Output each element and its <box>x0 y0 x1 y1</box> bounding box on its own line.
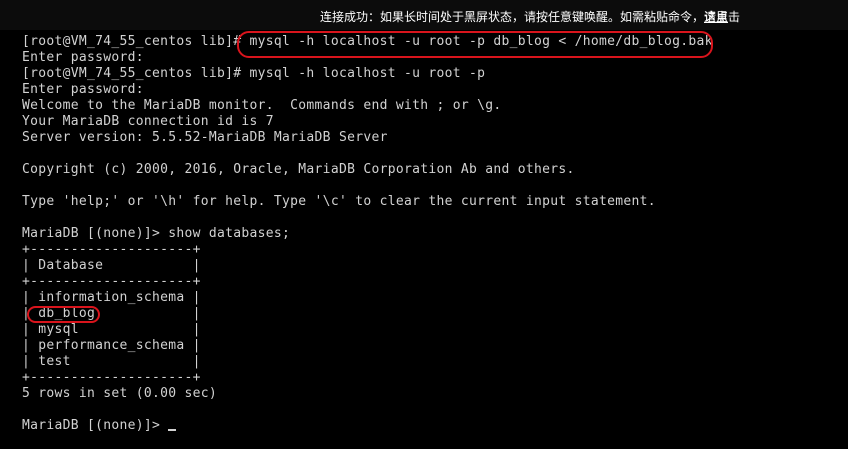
terminal-line-server-version: Server version: 5.5.52-MariaDB MariaDB S… <box>22 130 388 145</box>
terminal-line-copyright: Copyright (c) 2000, 2016, Oracle, MariaD… <box>22 162 575 177</box>
terminal-line-row-count: 5 rows in set (0.00 sec) <box>22 386 218 401</box>
terminal-output[interactable]: [root@VM_74_55_centos lib]# mysql -h loc… <box>22 34 842 444</box>
text-cursor <box>168 429 177 431</box>
terminal-line-connection-id: Your MariaDB connection id is 7 <box>22 114 274 129</box>
terminal-prompt: MariaDB [(none)]> <box>22 418 169 433</box>
table-header: | Database | <box>22 258 201 273</box>
terminal-line-password-prompt: Enter password: <box>22 82 144 97</box>
table-border: +--------------------+ <box>22 242 201 257</box>
table-row-db-blog: | db_blog | <box>22 306 201 321</box>
table-row: | test | <box>22 354 201 369</box>
terminal-line-show-databases: MariaDB [(none)]> show databases; <box>22 226 291 241</box>
terminal-line-import-command: [root@VM_74_55_centos lib]# mysql -h loc… <box>22 34 713 49</box>
terminal-line-welcome: Welcome to the MariaDB monitor. Commands… <box>22 98 502 113</box>
table-row: | mysql | <box>22 322 201 337</box>
table-row: | performance_schema | <box>22 338 201 353</box>
banner-message: 连接成功：如果长时间处于黑屏状态，请按任意键唤醒。如需粘贴命令，请点击 <box>319 10 740 24</box>
terminal-line-password-prompt: Enter password: <box>22 50 144 65</box>
terminal-line-help-hint: Type 'help;' or '\h' for help. Type '\c'… <box>22 194 656 209</box>
terminal-prompt-line[interactable]: MariaDB [(none)]> <box>22 418 177 434</box>
table-border: +--------------------+ <box>22 370 201 385</box>
table-border: +--------------------+ <box>22 274 201 289</box>
terminal-line-login-command: [root@VM_74_55_centos lib]# mysql -h loc… <box>22 66 486 81</box>
table-row: | information_schema | <box>22 290 201 305</box>
paste-command-link[interactable]: 这里 <box>704 10 728 24</box>
connection-banner: 连接成功：如果长时间处于黑屏状态，请按任意键唤醒。如需粘贴命令，请点击 这里 <box>0 0 848 30</box>
terminal-screen[interactable]: 连接成功：如果长时间处于黑屏状态，请按任意键唤醒。如需粘贴命令，请点击 这里 [… <box>0 0 848 449</box>
